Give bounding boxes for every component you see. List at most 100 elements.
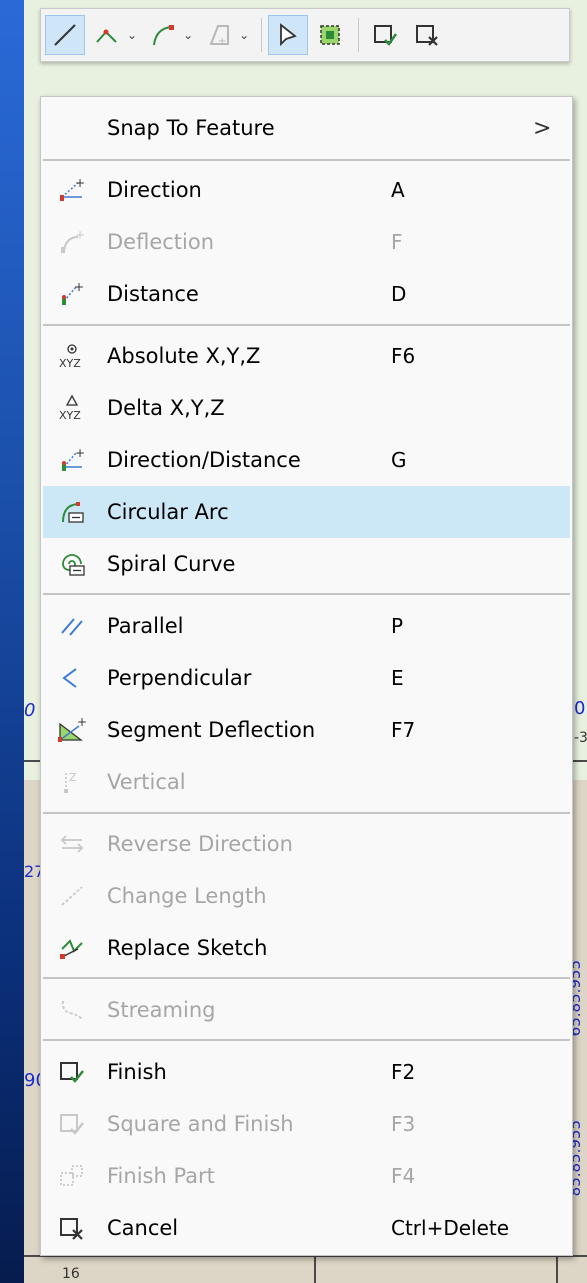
menu-item-label: Spiral Curve bbox=[107, 552, 236, 576]
sketch-context-menu: Snap To Feature > + Direction A + Deflec… bbox=[40, 96, 573, 1256]
menu-item-direction[interactable]: + Direction A bbox=[43, 164, 570, 216]
distance-icon: + bbox=[57, 280, 87, 308]
map-label: 0 bbox=[574, 698, 586, 719]
direction-distance-icon: + bbox=[57, 446, 87, 474]
deflection-icon: + bbox=[57, 228, 87, 256]
svg-text:+: + bbox=[218, 36, 226, 47]
delta-xyz-icon: XYZ bbox=[57, 394, 87, 422]
menu-item-label: Direction bbox=[107, 178, 202, 202]
change-length-icon bbox=[57, 882, 87, 910]
menu-separator bbox=[43, 159, 570, 161]
menu-item-label: Square and Finish bbox=[107, 1112, 294, 1136]
svg-text:+: + bbox=[75, 177, 85, 190]
menu-item-label: Absolute X,Y,Z bbox=[107, 344, 261, 368]
menu-item-label: Delta X,Y,Z bbox=[107, 396, 225, 420]
menu-item-label: Distance bbox=[107, 282, 199, 306]
reverse-direction-icon bbox=[57, 830, 87, 858]
menu-item-finish-part[interactable]: Finish Part F4 bbox=[43, 1150, 570, 1202]
menu-item-square-and-finish[interactable]: Square and Finish F3 bbox=[43, 1098, 570, 1150]
menu-item-spiral-curve[interactable]: Spiral Curve bbox=[43, 538, 570, 590]
segment-deflection-icon: + bbox=[57, 716, 87, 744]
line-segment-icon bbox=[54, 24, 76, 46]
menu-item-label: Circular Arc bbox=[107, 500, 229, 524]
cancel-sketch-button[interactable] bbox=[407, 15, 447, 55]
menu-item-vertical[interactable]: Z Vertical bbox=[43, 756, 570, 808]
finish-sketch-button[interactable] bbox=[365, 15, 405, 55]
menu-item-perpendicular[interactable]: Perpendicular E bbox=[43, 652, 570, 704]
line-tool-button[interactable] bbox=[45, 15, 85, 55]
menu-item-parallel[interactable]: Parallel P bbox=[43, 600, 570, 652]
menu-item-label: Snap To Feature bbox=[107, 116, 275, 140]
toolbar-separator bbox=[358, 18, 360, 52]
menu-item-change-length[interactable]: Change Length bbox=[43, 870, 570, 922]
vertex-select-icon bbox=[320, 25, 340, 45]
map-boundary-line bbox=[556, 1255, 558, 1283]
menu-item-circular-arc[interactable]: Circular Arc bbox=[43, 486, 570, 538]
construction-icon: + bbox=[209, 25, 230, 47]
chevron-down-icon[interactable]: ⌄ bbox=[239, 28, 249, 42]
menu-item-label: Change Length bbox=[107, 884, 267, 908]
shortcut-key: E bbox=[391, 666, 404, 690]
arc-segment-icon bbox=[153, 25, 175, 46]
map-label: -3 bbox=[574, 730, 587, 746]
direction-icon: + bbox=[57, 176, 87, 204]
menu-item-label: Vertical bbox=[107, 770, 186, 794]
menu-item-label: Segment Deflection bbox=[107, 718, 316, 742]
perpendicular-icon bbox=[57, 664, 87, 692]
finish-sketch-icon bbox=[374, 25, 398, 46]
circular-arc-icon bbox=[57, 498, 87, 526]
menu-item-streaming[interactable]: Streaming bbox=[43, 984, 570, 1036]
menu-item-label: Parallel bbox=[107, 614, 184, 638]
arc-tool-button[interactable] bbox=[143, 15, 183, 55]
svg-text:+: + bbox=[75, 229, 85, 242]
svg-text:XYZ: XYZ bbox=[59, 357, 81, 370]
menu-separator bbox=[43, 812, 570, 814]
sketch-toolbar: ⌄ ⌄ + ⌄ bbox=[40, 8, 570, 62]
shortcut-key: F7 bbox=[391, 718, 416, 742]
menu-separator bbox=[43, 1039, 570, 1041]
menu-item-label: Finish Part bbox=[107, 1164, 215, 1188]
menu-item-cancel[interactable]: Cancel Ctrl+Delete bbox=[43, 1202, 570, 1254]
menu-item-label: Replace Sketch bbox=[107, 936, 268, 960]
chevron-down-icon[interactable]: ⌄ bbox=[183, 28, 193, 42]
shortcut-key: G bbox=[391, 448, 407, 472]
select-tool-button[interactable] bbox=[268, 15, 309, 55]
shortcut-key: F bbox=[391, 230, 403, 254]
menu-item-replace-sketch[interactable]: Replace Sketch bbox=[43, 922, 570, 974]
svg-text:XYZ: XYZ bbox=[59, 409, 81, 422]
map-label: 0 bbox=[24, 700, 36, 721]
menu-item-label: Streaming bbox=[107, 998, 216, 1022]
select-arrow-icon bbox=[280, 23, 298, 47]
polyline-tool-button[interactable] bbox=[87, 15, 127, 55]
streaming-icon bbox=[57, 996, 87, 1024]
menu-item-reverse-direction[interactable]: Reverse Direction bbox=[43, 818, 570, 870]
cancel-sketch-icon bbox=[416, 25, 438, 46]
finish-icon bbox=[57, 1058, 87, 1086]
menu-item-label: Direction/Distance bbox=[107, 448, 301, 472]
menu-item-label: Cancel bbox=[107, 1216, 179, 1240]
shortcut-key: D bbox=[391, 282, 407, 306]
svg-text:Z: Z bbox=[69, 771, 77, 784]
menu-item-delta-xyz[interactable]: XYZ Delta X,Y,Z bbox=[43, 382, 570, 434]
menu-item-segment-deflection[interactable]: + Segment Deflection F7 bbox=[43, 704, 570, 756]
menu-item-snap-to-feature[interactable]: Snap To Feature > bbox=[43, 102, 570, 154]
vertex-select-button[interactable] bbox=[310, 15, 350, 55]
svg-text:+: + bbox=[74, 281, 84, 294]
construction-tool-button[interactable]: + bbox=[199, 15, 239, 55]
shortcut-key: A bbox=[391, 178, 405, 202]
shortcut-key: F2 bbox=[391, 1060, 416, 1084]
menu-item-finish[interactable]: Finish F2 bbox=[43, 1046, 570, 1098]
menu-item-absolute-xyz[interactable]: XYZ Absolute X,Y,Z F6 bbox=[43, 330, 570, 382]
square-and-finish-icon bbox=[57, 1110, 87, 1138]
menu-separator bbox=[43, 324, 570, 326]
menu-item-deflection[interactable]: + Deflection F bbox=[43, 216, 570, 268]
menu-item-label: Perpendicular bbox=[107, 666, 252, 690]
menu-item-label: Deflection bbox=[107, 230, 215, 254]
menu-item-direction-distance[interactable]: + Direction/Distance G bbox=[43, 434, 570, 486]
chevron-right-icon: > bbox=[533, 115, 552, 141]
finish-part-icon bbox=[57, 1162, 87, 1190]
chevron-down-icon[interactable]: ⌄ bbox=[127, 28, 137, 42]
menu-separator bbox=[43, 593, 570, 595]
menu-item-distance[interactable]: + Distance D bbox=[43, 268, 570, 320]
map-boundary-line bbox=[314, 1255, 316, 1283]
